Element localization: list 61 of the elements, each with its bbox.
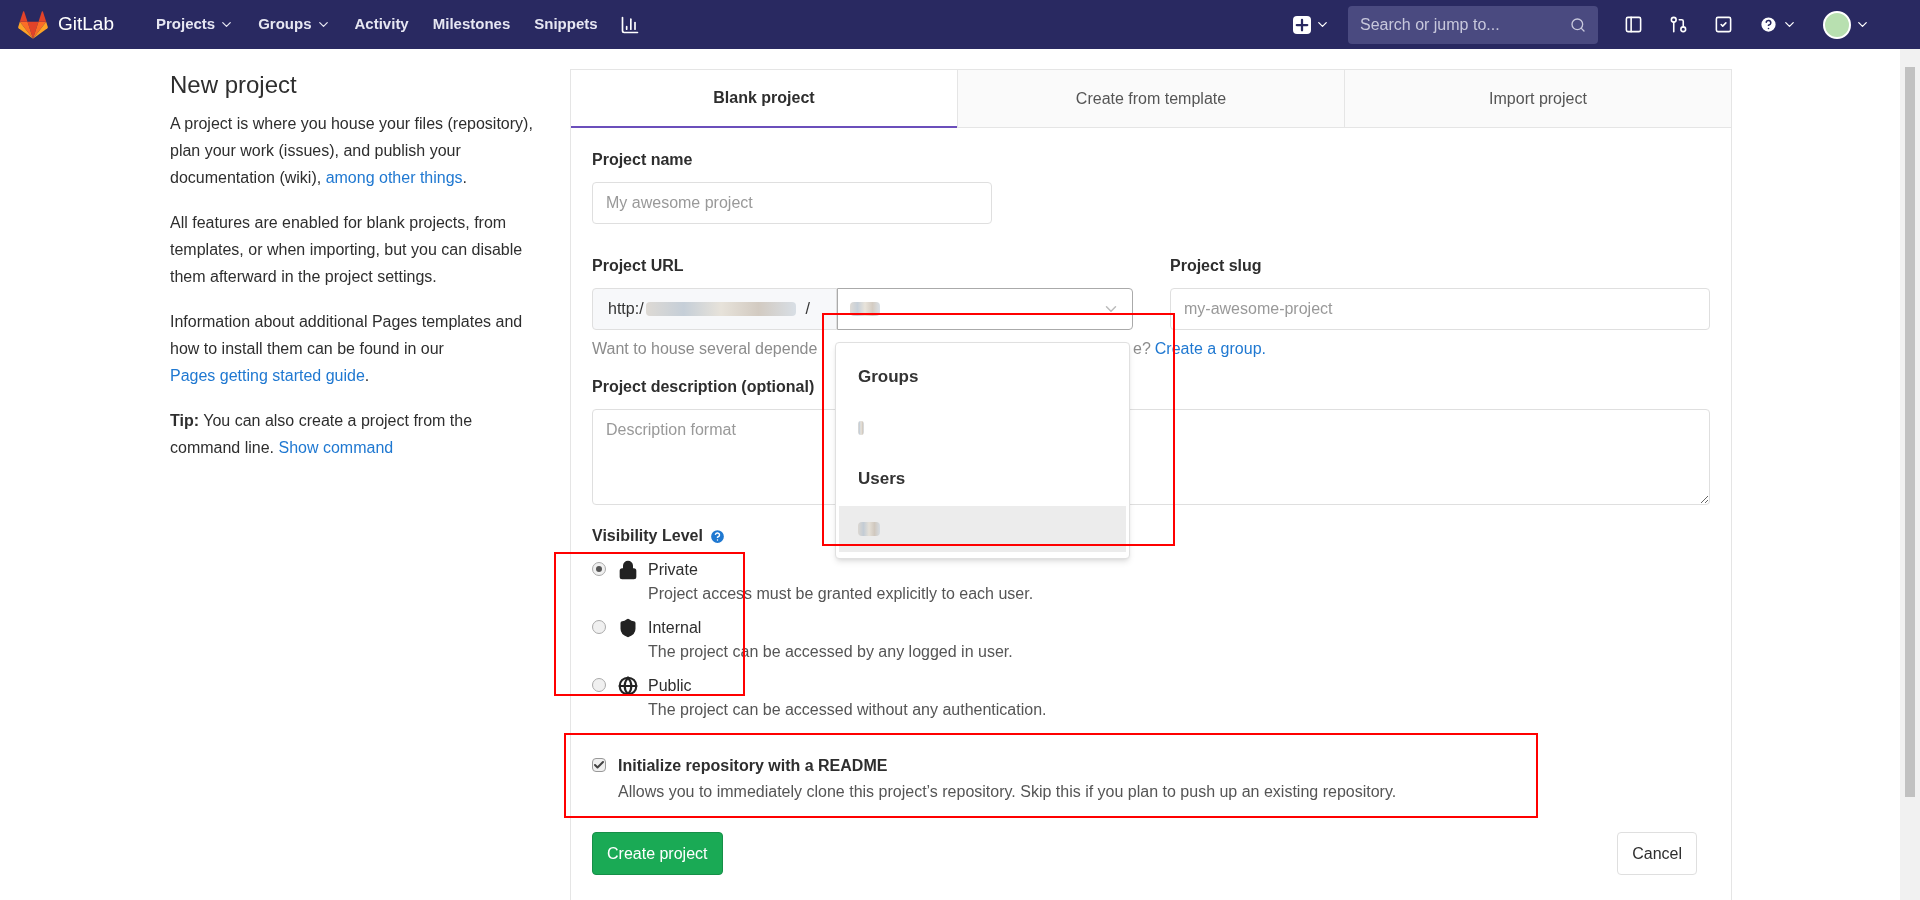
redacted-name <box>858 420 864 435</box>
todo-check-icon[interactable] <box>1714 15 1733 34</box>
lock-icon <box>618 560 638 580</box>
page-title: New project <box>170 71 298 98</box>
sidebar-link[interactable]: among other things <box>325 169 463 186</box>
url-scheme: http:/ <box>608 299 644 319</box>
namespace-select[interactable] <box>837 288 1133 330</box>
help-icon <box>1759 15 1778 34</box>
nav-link[interactable]: Snippets <box>522 13 610 36</box>
nav-link[interactable]: Milestones <box>420 13 523 36</box>
help-text: e? <box>1133 339 1151 359</box>
visibility-option-label: Private <box>648 560 698 580</box>
radio-button[interactable] <box>592 678 606 692</box>
merge-request-icon[interactable] <box>1669 15 1688 34</box>
url-separator: / <box>805 299 811 319</box>
plus-icon <box>1293 15 1311 34</box>
fox-logo-icon[interactable] <box>18 10 48 39</box>
shield-icon <box>618 618 638 638</box>
radio-button[interactable] <box>592 562 606 576</box>
chart-icon[interactable] <box>619 14 640 35</box>
help-button[interactable] <box>1759 15 1797 34</box>
search-icon <box>1570 16 1586 33</box>
field-label: Visibility Level <box>592 526 703 546</box>
sidebar-paragraph: Tip: You can also create a project from the command line. Show command <box>170 411 474 458</box>
visibility-option-label: Internal <box>648 618 702 638</box>
field-label: Project description (optional) <box>592 377 815 397</box>
dropdown-heading: Users <box>857 467 907 490</box>
cancel-button[interactable]: Cancel <box>1617 832 1697 875</box>
sidebar-link[interactable]: Show command <box>278 439 394 456</box>
visibility-option-description: The project can be accessed without any authentication. <box>648 700 1047 720</box>
sidebar-paragraph: A project is where you house your files (repository), plan your work (issues), and publish your documentation (wiki), among other things. <box>170 114 534 188</box>
sidebar-paragraph: All features are enabled for blank projects, from templates, or when importing, but you can disable them afterward in the project settings. <box>170 213 524 287</box>
visibility-option-label: Public <box>648 676 692 696</box>
nav-link[interactable]: Projects <box>144 13 247 36</box>
nav-link[interactable]: Activity <box>342 13 421 36</box>
new-item-button[interactable] <box>1293 15 1330 34</box>
dropdown-item[interactable] <box>839 506 1126 552</box>
checkbox[interactable] <box>592 758 606 772</box>
project-name-field[interactable]: My awesome project <box>592 182 992 224</box>
brand-name[interactable]: GitLab <box>58 10 114 39</box>
field-label: Project name <box>592 150 694 170</box>
checkbox-description: Allows you to immediately clone this project’s repository. Skip this if you plan to push up an existing repository. <box>618 782 1397 802</box>
field-label: Project slug <box>1170 256 1263 276</box>
field-label: Project URL <box>592 256 685 276</box>
search-field[interactable]: Search or jump to... <box>1348 5 1598 44</box>
checkbox-label: Initialize repository with a README <box>618 756 889 776</box>
dropdown-heading: Groups <box>857 366 920 388</box>
radio-button[interactable] <box>592 620 606 634</box>
project-slug-field[interactable]: my-awesome-project <box>1170 288 1710 330</box>
sidebar-paragraph: Information about additional Pages templates and how to install them can be found in our Pages getting started guide. <box>170 312 524 386</box>
help-text: Want to house several depende <box>592 339 819 359</box>
help-icon[interactable] <box>708 527 726 545</box>
help-text: . <box>1261 339 1266 359</box>
tab[interactable]: Create from template <box>957 70 1344 128</box>
redacted-name <box>858 522 880 536</box>
avatar-icon <box>1823 10 1851 39</box>
user-menu-button[interactable] <box>1823 10 1870 39</box>
tab[interactable]: Import project <box>1344 70 1731 128</box>
sidebar-link[interactable]: Pages getting started guide <box>170 367 365 384</box>
nav-link[interactable]: Groups <box>246 13 343 36</box>
globe-icon <box>618 676 638 696</box>
